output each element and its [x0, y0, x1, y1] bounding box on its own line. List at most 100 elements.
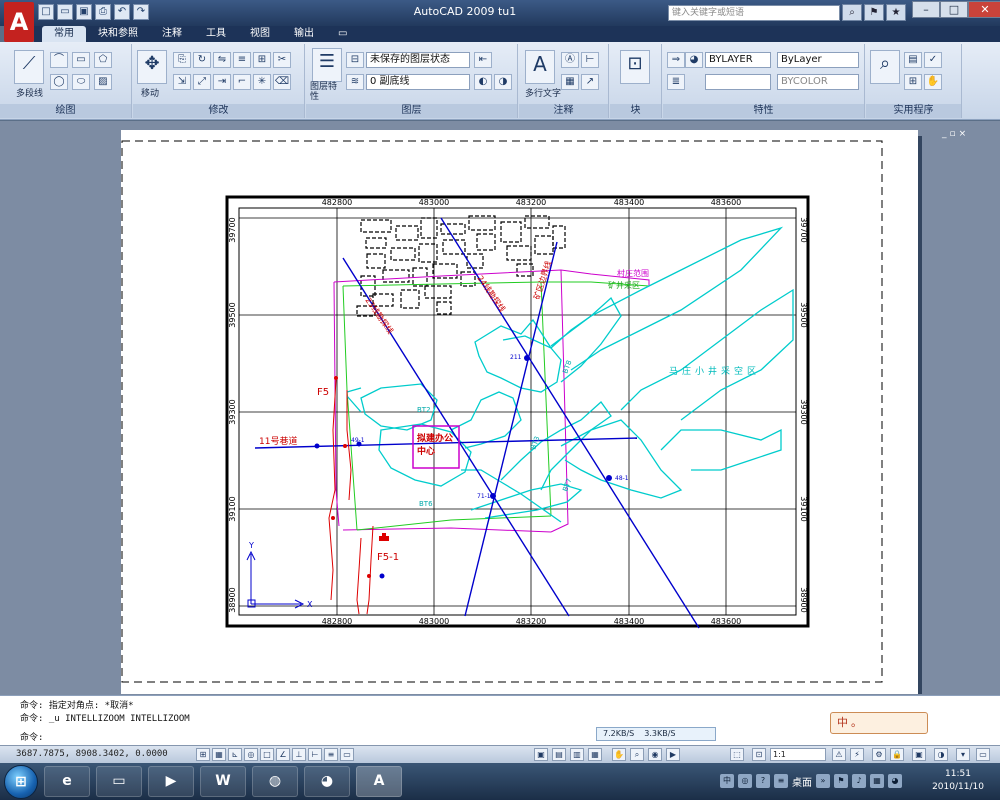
favorites-icon[interactable]: ★: [886, 4, 906, 21]
quick-select-icon[interactable]: ⊞: [904, 74, 922, 90]
qq-icon[interactable]: ◕: [304, 766, 350, 797]
zoom-status-icon[interactable]: ⌕: [630, 748, 644, 761]
rectangle-icon[interactable]: ▭: [72, 52, 90, 68]
tab-annotate[interactable]: 注释: [150, 26, 194, 42]
insert-block-icon[interactable]: ⊡: [620, 50, 650, 84]
table-icon[interactable]: ▦: [561, 74, 579, 90]
viewport-close-icon[interactable]: ×: [959, 129, 967, 139]
help-search-input[interactable]: 键入关键字或短语: [668, 5, 840, 21]
move-icon[interactable]: ✥: [137, 50, 167, 84]
id-point-icon[interactable]: ✓: [924, 52, 942, 68]
erase-icon[interactable]: ⌫: [273, 74, 291, 90]
redo-icon[interactable]: ↷: [133, 4, 149, 20]
color-select[interactable]: BYLAYER: [705, 52, 771, 68]
model-space-icon[interactable]: ▣: [534, 748, 548, 761]
annotation-scale-select[interactable]: 1:1: [770, 748, 826, 761]
lock-icon[interactable]: 🔒: [890, 748, 904, 761]
leader-icon[interactable]: ↗: [581, 74, 599, 90]
tab-blocks[interactable]: 块和参照: [86, 26, 150, 42]
viewport-restore-icon[interactable]: ▫: [950, 129, 956, 139]
viewport-scale-icon[interactable]: ⊡: [752, 748, 766, 761]
minimize-button[interactable]: –: [912, 1, 940, 18]
trim-icon[interactable]: ✂: [273, 52, 291, 68]
tab-output[interactable]: 输出: [282, 26, 326, 42]
status-menu-icon[interactable]: ▾: [956, 748, 970, 761]
search-icon[interactable]: ⌕: [842, 4, 862, 21]
layer-properties-icon[interactable]: ☰: [312, 48, 342, 82]
browser-icon[interactable]: ◍: [252, 766, 298, 797]
plotstyle-select[interactable]: BYCOLOR: [777, 74, 859, 90]
ducs-icon[interactable]: ⊥: [292, 748, 306, 761]
hatch-icon[interactable]: ▨: [94, 74, 112, 90]
quick-calc-icon[interactable]: ▤: [904, 52, 922, 68]
word-icon[interactable]: W: [200, 766, 246, 797]
fillet-icon[interactable]: ⌐: [233, 74, 251, 90]
zoom-icon[interactable]: ⌕: [870, 50, 900, 84]
snap-mode-icon[interactable]: ⊞: [196, 748, 210, 761]
clock[interactable]: 11:51 2010/11/10: [928, 768, 988, 794]
rotate-icon[interactable]: ↻: [193, 52, 211, 68]
lineweight-select[interactable]: [705, 74, 771, 90]
tab-view[interactable]: 视图: [238, 26, 282, 42]
mirror-icon[interactable]: ⇋: [213, 52, 231, 68]
quick-props-icon[interactable]: ▭: [340, 748, 354, 761]
tray-security-icon[interactable]: ◎: [738, 774, 752, 788]
quick-view-layouts-icon[interactable]: ▥: [570, 748, 584, 761]
map-drawing[interactable]: 482800 483000 483200 483400 483600 48280…: [121, 130, 918, 694]
stretch-icon[interactable]: ⇲: [173, 74, 191, 90]
communication-center-icon[interactable]: ⚑: [864, 4, 884, 21]
ortho-mode-icon[interactable]: ⊾: [228, 748, 242, 761]
start-button[interactable]: ⊞: [4, 765, 38, 799]
osnap-icon[interactable]: □: [260, 748, 274, 761]
viewport-minimize-icon[interactable]: _: [942, 129, 947, 139]
layer-state-icon[interactable]: ⊟: [346, 52, 364, 68]
scale-icon[interactable]: ⤢: [193, 74, 211, 90]
explorer-icon[interactable]: ▭: [96, 766, 142, 797]
extend-icon[interactable]: ⇥: [213, 74, 231, 90]
new-icon[interactable]: □: [38, 4, 54, 20]
grid-mode-icon[interactable]: ▦: [212, 748, 226, 761]
app-menu-button[interactable]: A: [4, 2, 34, 42]
ie-icon[interactable]: e: [44, 766, 90, 797]
quick-view-drawings-icon[interactable]: ▦: [588, 748, 602, 761]
save-icon[interactable]: ▣: [76, 4, 92, 20]
ribbon-toggle-icon[interactable]: ▭: [326, 26, 359, 42]
dynamic-input-icon[interactable]: ⊢: [308, 748, 322, 761]
array-icon[interactable]: ⊞: [253, 52, 271, 68]
plot-icon[interactable]: ⎙: [95, 4, 111, 20]
polygon-icon[interactable]: ⬠: [94, 52, 112, 68]
command-prompt[interactable]: 命令:: [20, 732, 43, 744]
model-paper-toggle[interactable]: ⬚: [730, 748, 744, 761]
desktop-label[interactable]: 桌面: [792, 774, 812, 789]
tab-tools[interactable]: 工具: [194, 26, 238, 42]
open-icon[interactable]: ▭: [57, 4, 73, 20]
match-properties-icon[interactable]: ⇒: [667, 52, 685, 68]
ime-toolbar[interactable]: 中。: [830, 712, 928, 734]
tab-home[interactable]: 常用: [42, 26, 86, 42]
mtext-icon[interactable]: A: [525, 50, 555, 84]
explode-icon[interactable]: ✳: [253, 74, 271, 90]
ellipse-icon[interactable]: ⬭: [72, 74, 90, 90]
isolate-objects-icon[interactable]: ◑: [934, 748, 948, 761]
pan-status-icon[interactable]: ✋: [612, 748, 626, 761]
dimension-icon[interactable]: ⊢: [581, 52, 599, 68]
linetype-select[interactable]: ByLayer: [777, 52, 859, 68]
lineweight-icon[interactable]: ≡: [324, 748, 338, 761]
undo-icon[interactable]: ↶: [114, 4, 130, 20]
media-player-icon[interactable]: ▶: [148, 766, 194, 797]
layout-icon[interactable]: ▤: [552, 748, 566, 761]
annotation-visibility-icon[interactable]: ⚠: [832, 748, 846, 761]
workspace-icon[interactable]: ⚙: [872, 748, 886, 761]
autocad-taskbar-icon[interactable]: A: [356, 766, 402, 797]
clean-screen-icon[interactable]: ▭: [976, 748, 990, 761]
offset-icon[interactable]: ≡: [233, 52, 251, 68]
tray-ime-icon[interactable]: 中: [720, 774, 734, 788]
close-button[interactable]: ✕: [968, 1, 1000, 18]
tray-expand-icon[interactable]: »: [816, 774, 830, 788]
tray-network-icon[interactable]: ▦: [870, 774, 884, 788]
pan-icon[interactable]: ✋: [924, 74, 942, 90]
list-icon[interactable]: ≣: [667, 74, 685, 90]
auto-scale-icon[interactable]: ⚡: [850, 748, 864, 761]
showmotion-icon[interactable]: ▶: [666, 748, 680, 761]
hardware-accel-icon[interactable]: ▣: [912, 748, 926, 761]
